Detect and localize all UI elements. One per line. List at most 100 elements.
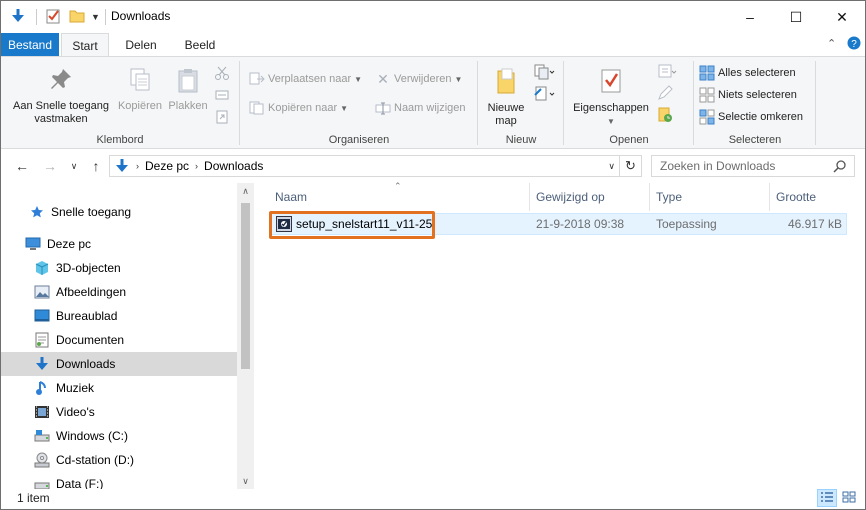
video-icon [34, 404, 50, 420]
sidebar-scrollbar[interactable]: ∧ ∨ [237, 183, 254, 489]
group-selecteren: Alles selecteren Niets selecteren Select… [695, 57, 815, 149]
move-to-button[interactable]: Verplaatsen naar ▼ [249, 69, 362, 89]
title-bar: ▼ Downloads – ☐ ✕ [1, 1, 865, 33]
column-header-label: Grootte [776, 190, 817, 204]
address-dropdown-icon[interactable]: ∨ [608, 161, 615, 172]
new-folder-button[interactable]: Nieuwe map [481, 67, 531, 128]
recent-locations-button[interactable]: ∨ [65, 157, 83, 175]
copy-to-button[interactable]: Kopiëren naar ▼ [249, 98, 348, 118]
close-button[interactable]: ✕ [819, 1, 865, 33]
rename-icon [375, 100, 391, 116]
sidebar-item-cd-station[interactable]: Cd-station (D:) [1, 448, 237, 472]
select-all-button[interactable]: Alles selecteren [699, 63, 796, 83]
sidebar-item-3d-objecten[interactable]: 3D-objecten [1, 256, 237, 280]
copy-path-icon[interactable] [214, 87, 230, 106]
delete-label: Verwijderen [394, 73, 452, 85]
sidebar-item-bureaublad[interactable]: Bureaublad [1, 304, 237, 328]
search-icon[interactable] [833, 159, 846, 173]
breadcrumb-separator-icon[interactable]: › [195, 161, 198, 171]
forward-button[interactable]: → [41, 157, 59, 175]
sidebar-item-documenten[interactable]: Documenten [1, 328, 237, 352]
sidebar-item-videos[interactable]: Video's [1, 400, 237, 424]
window-title: Downloads [111, 9, 171, 23]
scrollbar-thumb[interactable] [241, 203, 250, 369]
breadcrumb-separator-icon[interactable]: › [136, 161, 139, 171]
file-type: Toepassing [656, 217, 717, 231]
nieuw-group-label: Nieuw [505, 134, 537, 146]
breadcrumb-deze-pc[interactable]: Deze pc [145, 159, 189, 173]
sidebar-item-snelle-toegang[interactable]: Snelle toegang [1, 200, 237, 224]
new-folder-icon [481, 67, 531, 99]
column-header-gewijzigd-op[interactable]: Gewijzigd op [536, 183, 646, 211]
drive-icon [34, 428, 50, 444]
scroll-up-arrow-icon[interactable]: ∧ [237, 183, 254, 199]
tab-start[interactable]: Start [61, 33, 109, 57]
refresh-button[interactable]: ↻ [620, 155, 642, 177]
easy-access-icon[interactable] [533, 85, 555, 106]
sidebar-item-label: Muziek [56, 381, 95, 395]
sidebar-item-label: Bureaublad [56, 309, 118, 323]
paste-button[interactable]: Plakken [165, 67, 211, 113]
select-all-label: Alles selecteren [718, 67, 796, 79]
cut-icon[interactable] [214, 65, 230, 84]
sidebar-item-deze-pc[interactable]: Deze pc [1, 232, 237, 256]
sidebar-item-afbeeldingen[interactable]: Afbeeldingen [1, 280, 237, 304]
rename-button[interactable]: Naam wijzigen [375, 98, 466, 118]
invert-selection-icon [699, 109, 715, 125]
organiseren-group-label: Organiseren [328, 134, 390, 146]
column-header-type[interactable]: Type [656, 183, 766, 211]
highlight-box [269, 211, 435, 239]
download-icon [34, 356, 50, 372]
maximize-button[interactable]: ☐ [773, 1, 819, 33]
tab-bestand[interactable]: Bestand [1, 33, 59, 57]
tab-beeld[interactable]: Beeld [173, 33, 227, 57]
select-none-label: Niets selecteren [718, 89, 797, 101]
sidebar-item-label: Documenten [56, 333, 125, 347]
navigation-pane: Snelle toegang Deze pc 3D-objecten Afbee… [1, 183, 254, 491]
column-header-grootte[interactable]: Grootte [776, 183, 856, 211]
open-icon[interactable] [657, 63, 677, 84]
help-icon[interactable]: ? [847, 36, 861, 53]
cd-drive-icon [34, 452, 50, 468]
status-bar: 1 item [1, 489, 865, 509]
copy-button[interactable]: Kopiëren [115, 67, 165, 113]
large-icons-view-button[interactable] [839, 489, 859, 507]
back-button[interactable]: ← [13, 157, 31, 175]
search-input[interactable]: Zoeken in Downloads [651, 155, 855, 177]
tab-delen[interactable]: Delen [113, 33, 169, 57]
properties-button[interactable]: Eigenschappen ▼ [567, 67, 655, 128]
sidebar-item-downloads[interactable]: Downloads [1, 352, 237, 376]
star-icon [29, 204, 45, 220]
details-view-button[interactable] [817, 489, 837, 507]
explorer-window: ▼ Downloads – ☐ ✕ Bestand Start Delen Be… [0, 0, 866, 510]
sidebar-item-muziek[interactable]: Muziek [1, 376, 237, 400]
invert-selection-button[interactable]: Selectie omkeren [699, 107, 803, 127]
properties-quick-icon[interactable] [45, 8, 61, 27]
delete-button[interactable]: ✕ Verwijderen ▼ [375, 69, 462, 89]
file-list: Naam ⌃ Gewijzigd op Type Grootte setup_s… [259, 181, 865, 489]
large-icons-view-icon [842, 491, 856, 506]
minimize-button[interactable]: – [727, 1, 773, 33]
edit-icon[interactable] [657, 85, 673, 104]
up-button[interactable]: ↑ [87, 157, 105, 175]
scroll-down-arrow-icon[interactable]: ∨ [237, 473, 254, 489]
ribbon-tabs: Bestand Start Delen Beeld ⌃ ? [1, 33, 865, 57]
address-bar[interactable]: › Deze pc › Downloads ∨ [109, 155, 620, 177]
quick-access-toolbar: ▼ [9, 7, 106, 27]
customize-quick-access-icon[interactable]: ▼ [91, 12, 100, 22]
paste-label: Plakken [168, 100, 208, 112]
select-none-button[interactable]: Niets selecteren [699, 85, 797, 105]
new-item-icon[interactable] [533, 63, 555, 84]
breadcrumb-downloads[interactable]: Downloads [204, 159, 263, 173]
selecteren-group-label: Selecteren [728, 134, 782, 146]
select-all-icon [699, 65, 715, 81]
sidebar-item-windows-c[interactable]: Windows (C:) [1, 424, 237, 448]
new-folder-label-line1: Nieuwe [487, 102, 525, 114]
invert-selection-label: Selectie omkeren [718, 111, 803, 123]
pin-quick-access-button[interactable]: Aan Snelle toegang vastmaken [7, 67, 115, 126]
copy-to-label: Kopiëren naar [268, 102, 338, 114]
history-icon[interactable] [657, 107, 673, 126]
new-folder-quick-icon[interactable] [69, 8, 85, 27]
paste-shortcut-icon[interactable] [214, 109, 230, 128]
collapse-ribbon-icon[interactable]: ⌃ [827, 37, 836, 50]
